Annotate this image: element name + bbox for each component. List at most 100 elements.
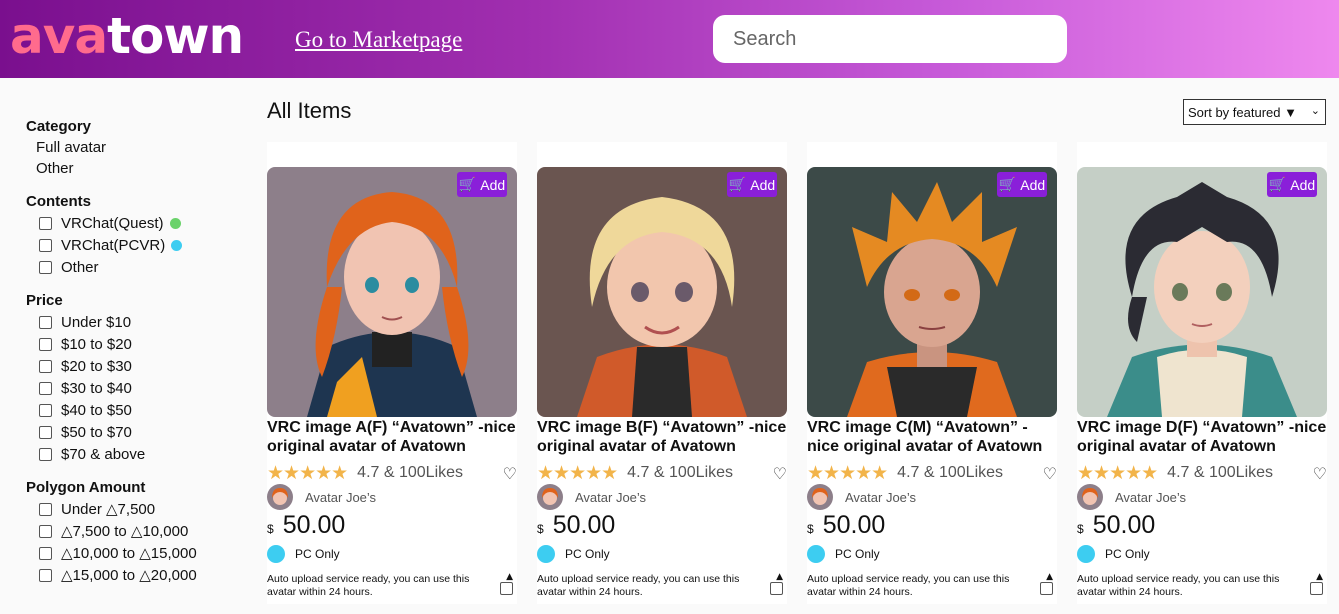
currency: $ bbox=[807, 522, 814, 536]
product-title[interactable]: VRC image A(F) “Avatown” -nice original … bbox=[267, 418, 519, 456]
creator-avatar bbox=[537, 484, 563, 510]
product-title[interactable]: VRC image C(M) “Avatown” -nice original … bbox=[807, 418, 1059, 456]
compare-checkbox[interactable] bbox=[500, 582, 513, 595]
sort-select[interactable]: Sort by featured ▼ ⌄ bbox=[1183, 99, 1326, 125]
platform-text: PC Only bbox=[295, 547, 340, 561]
polygon-option[interactable]: △10,000 to △15,000 bbox=[26, 542, 241, 564]
add-label: Add bbox=[1020, 176, 1046, 193]
polygon-label: △7,500 to △10,000 bbox=[61, 523, 189, 540]
polygon-option[interactable]: Under △7,500 bbox=[26, 498, 241, 520]
checkbox[interactable] bbox=[39, 359, 52, 373]
add-to-cart-button[interactable]: 🛒 Add bbox=[997, 172, 1047, 197]
price-option[interactable]: $30 to $40 bbox=[26, 377, 241, 399]
polygon-option[interactable]: △15,000 to △20,000 bbox=[26, 564, 241, 586]
creator-name: Avatar Joe’s bbox=[1115, 489, 1187, 505]
checkbox[interactable] bbox=[39, 524, 52, 538]
creator-info[interactable]: Avatar Joe’s bbox=[807, 484, 916, 510]
product-card[interactable]: 🛒 Add VRC image D(F) “Avatown” -nice orig… bbox=[1077, 142, 1327, 604]
product-card[interactable]: 🛒 Add VRC image A(F) “Avatown” -nice orig… bbox=[267, 142, 517, 604]
contents-label: VRChat(PCVR) bbox=[61, 236, 166, 254]
filter-sidebar: Category Full avatar Other Contents VRCh… bbox=[26, 118, 241, 600]
product-rating: ★★★★★ 4.7 & 100Likes ♡ bbox=[267, 462, 517, 484]
compare-checkbox[interactable] bbox=[770, 582, 783, 595]
price-option[interactable]: $70 & above bbox=[26, 443, 241, 465]
search-input[interactable] bbox=[713, 15, 1067, 63]
price-label: $70 & above bbox=[61, 445, 146, 463]
upload-note: Auto upload service ready, you can use t… bbox=[807, 573, 1010, 598]
checkbox[interactable] bbox=[39, 337, 52, 351]
currency: $ bbox=[267, 522, 274, 536]
price-option[interactable]: Under $10 bbox=[26, 311, 241, 333]
compare-checkbox[interactable] bbox=[1040, 582, 1053, 595]
category-filter: Category Full avatar Other bbox=[26, 118, 241, 179]
heart-icon[interactable]: ♡ bbox=[503, 464, 517, 483]
checkbox[interactable] bbox=[39, 315, 52, 329]
polygon-option[interactable]: △7,500 to △10,000 bbox=[26, 520, 241, 542]
polygon-label: △10,000 to △15,000 bbox=[61, 545, 197, 562]
category-other[interactable]: Other bbox=[26, 158, 241, 179]
avatar-thumbnail[interactable] bbox=[537, 167, 787, 417]
product-card[interactable]: 🛒 Add VRC image B(F) “Avatown” -nice orig… bbox=[537, 142, 787, 604]
checkbox[interactable] bbox=[39, 381, 52, 395]
add-to-cart-button[interactable]: 🛒 Add bbox=[1267, 172, 1317, 197]
price-amount: 50.00 bbox=[552, 511, 616, 539]
rating-text: 4.7 & 100Likes bbox=[357, 464, 464, 481]
checkbox[interactable] bbox=[39, 502, 52, 516]
checkbox[interactable] bbox=[39, 546, 52, 560]
star-rating-icon: ★★★★★ bbox=[267, 462, 348, 484]
creator-avatar bbox=[267, 484, 293, 510]
price-option[interactable]: $10 to $20 bbox=[26, 333, 241, 355]
heart-icon[interactable]: ♡ bbox=[1043, 464, 1057, 483]
upload-note: Auto upload service ready, you can use t… bbox=[1077, 573, 1280, 598]
price-amount: 50.00 bbox=[282, 511, 346, 539]
price-label: $40 to $50 bbox=[61, 401, 132, 419]
creator-info[interactable]: Avatar Joe’s bbox=[537, 484, 646, 510]
contents-vrchat-pcvr[interactable]: VRChat(PCVR) bbox=[26, 234, 241, 256]
checkbox[interactable] bbox=[39, 260, 52, 274]
avatar-thumbnail[interactable] bbox=[267, 167, 517, 417]
product-title[interactable]: VRC image D(F) “Avatown” -nice original … bbox=[1077, 418, 1329, 456]
checkbox[interactable] bbox=[39, 403, 52, 417]
price-label: $20 to $30 bbox=[61, 357, 132, 375]
caret-up-icon: ▲ bbox=[1046, 572, 1053, 582]
pc-dot-icon bbox=[267, 545, 285, 563]
avatar-thumbnail[interactable] bbox=[807, 167, 1057, 417]
price-option[interactable]: $50 to $70 bbox=[26, 421, 241, 443]
product-rating: ★★★★★ 4.7 & 100Likes ♡ bbox=[807, 462, 1057, 484]
checkbox[interactable] bbox=[39, 568, 52, 582]
cart-icon: 🛒 bbox=[458, 176, 477, 192]
heart-icon[interactable]: ♡ bbox=[773, 464, 787, 483]
top-header: avatown Go to Marketpage bbox=[0, 0, 1339, 78]
price-option[interactable]: $40 to $50 bbox=[26, 399, 241, 421]
checkbox[interactable] bbox=[39, 425, 52, 439]
logo-ava-text: ava bbox=[10, 7, 108, 65]
cart-icon: 🛒 bbox=[728, 176, 747, 192]
checkbox[interactable] bbox=[39, 238, 52, 252]
cart-icon: 🛒 bbox=[1268, 176, 1287, 192]
creator-info[interactable]: Avatar Joe’s bbox=[267, 484, 376, 510]
creator-info[interactable]: Avatar Joe’s bbox=[1077, 484, 1186, 510]
contents-vrchat-quest[interactable]: VRChat(Quest) bbox=[26, 212, 241, 234]
compare-checkbox[interactable] bbox=[1310, 582, 1323, 595]
add-to-cart-button[interactable]: 🛒 Add bbox=[727, 172, 777, 197]
product-card[interactable]: 🛒 Add VRC image C(M) “Avatown” -nice orig… bbox=[807, 142, 1057, 604]
price-option[interactable]: $20 to $30 bbox=[26, 355, 241, 377]
price-label: Under $10 bbox=[61, 313, 132, 331]
product-title[interactable]: VRC image B(F) “Avatown” -nice original … bbox=[537, 418, 789, 456]
avatown-logo[interactable]: avatown bbox=[10, 6, 244, 66]
checkbox[interactable] bbox=[39, 216, 52, 230]
creator-name: Avatar Joe’s bbox=[845, 489, 917, 505]
star-rating-icon: ★★★★★ bbox=[537, 462, 618, 484]
platform-badge: PC Only bbox=[807, 544, 880, 564]
contents-filter: Contents VRChat(Quest) VRChat(PCVR) Othe… bbox=[26, 193, 241, 278]
product-price: $50.00 bbox=[1077, 511, 1155, 540]
heart-icon[interactable]: ♡ bbox=[1313, 464, 1327, 483]
avatar-thumbnail[interactable] bbox=[1077, 167, 1327, 417]
marketpage-link[interactable]: Go to Marketpage bbox=[295, 27, 462, 53]
platform-text: PC Only bbox=[1105, 547, 1150, 561]
price-label: $50 to $70 bbox=[61, 423, 132, 441]
contents-other[interactable]: Other bbox=[26, 256, 241, 278]
category-full-avatar[interactable]: Full avatar bbox=[26, 137, 241, 158]
checkbox[interactable] bbox=[39, 447, 52, 461]
add-to-cart-button[interactable]: 🛒 Add bbox=[457, 172, 507, 197]
